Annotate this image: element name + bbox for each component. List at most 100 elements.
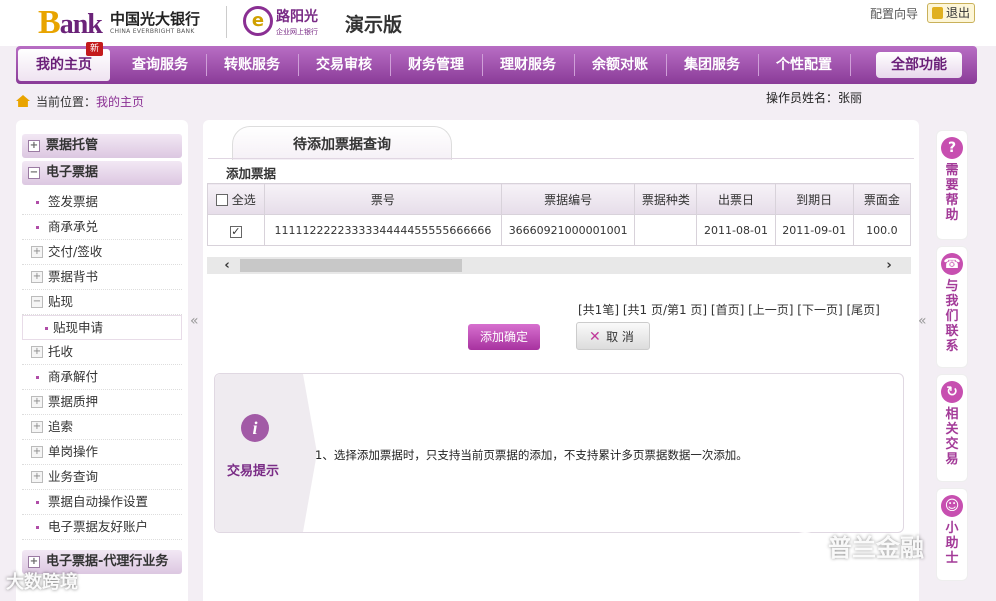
logout-icon — [932, 7, 943, 19]
horizontal-scrollbar[interactable]: ‹ › — [207, 257, 911, 274]
nav-wealth[interactable]: 理财服务 — [484, 46, 572, 84]
expand-icon: + — [28, 556, 40, 568]
sidebar-item-settle[interactable]: 商承解付 — [22, 365, 182, 390]
sidebar-item-label: 业务查询 — [48, 469, 99, 484]
e-logo-icon: e — [243, 6, 273, 36]
collapse-icon: − — [31, 296, 43, 308]
logout-button[interactable]: 退出 — [927, 3, 975, 23]
column-header: 全选 — [231, 192, 256, 207]
help-icon: ? — [941, 137, 963, 159]
help-button[interactable]: ? 需要帮助 — [936, 130, 968, 240]
sidebar-item-label: 追索 — [48, 419, 74, 434]
nav-personal[interactable]: 个性配置 — [760, 46, 848, 84]
breadcrumb-current[interactable]: 我的主页 — [96, 95, 144, 109]
nav-finance[interactable]: 财务管理 — [392, 46, 480, 84]
expand-icon: + — [31, 346, 43, 358]
sidebar-item-query[interactable]: + 业务查询 — [22, 465, 182, 490]
add-confirm-button[interactable]: 添加确定 — [468, 324, 540, 350]
sidebar-item-accept[interactable]: 商承承兑 — [22, 215, 182, 240]
sidebar-section-label: 票据托管 — [46, 138, 99, 153]
watermark-left: 大数跨境 — [6, 572, 78, 593]
expand-icon: + — [31, 421, 43, 433]
tip-sidebar — [215, 374, 303, 532]
nav-group[interactable]: 集团服务 — [668, 46, 756, 84]
nav-audit[interactable]: 交易审核 — [300, 46, 388, 84]
sidebar-item-single-role[interactable]: + 单岗操作 — [22, 440, 182, 465]
all-functions-button[interactable]: 全部功能 — [876, 52, 962, 78]
sidebar-item-recourse[interactable]: + 追索 — [22, 415, 182, 440]
sidebar-item-collection[interactable]: + 托收 — [22, 340, 182, 365]
expand-icon: + — [28, 140, 40, 152]
sidebar-section-label: 电子票据 — [46, 165, 99, 180]
scroll-right-icon[interactable]: › — [879, 257, 899, 274]
bill-type-cell — [634, 214, 698, 246]
collapse-right-panel-icon[interactable]: « — [918, 313, 927, 329]
sidebar-item-discount[interactable]: − 贴现 — [22, 290, 182, 315]
bill-number-cell: 1111122222333334444455555666666 — [263, 214, 503, 246]
sidebar-item-label: 贴现 — [48, 294, 74, 309]
nav-transfer[interactable]: 转账服务 — [208, 46, 296, 84]
sidebar-item-label: 票据背书 — [48, 269, 99, 284]
nav-balance[interactable]: 余额对账 — [576, 46, 664, 84]
bank-logo: Bank — [38, 4, 103, 41]
tip-label: 交易提示 — [227, 464, 280, 479]
row-select-cell[interactable]: ✓ — [207, 214, 265, 246]
sidebar-item-discount-apply[interactable]: 贴现申请 — [22, 315, 182, 340]
sidebar-item-label: 电子票据友好账户 — [48, 519, 149, 534]
config-wizard-link[interactable]: 配置向导 — [870, 5, 918, 22]
tip-box: i 交易提示 1、选择添加票据时，只支持当前页票据的添加，不支持累计多页票据数据… — [214, 373, 904, 533]
wechat-icon — [790, 532, 820, 554]
sidebar-item-issue[interactable]: 签发票据 — [22, 190, 182, 215]
sidebar-item-pledge[interactable]: + 票据质押 — [22, 390, 182, 415]
sidebar-item-friendly-accounts[interactable]: 电子票据友好账户 — [22, 515, 182, 540]
bills-table: 全选 票号 票据编号 票据种类 出票日 到期日 票面金 ✓ 1111122222… — [207, 183, 911, 246]
select-all-checkbox[interactable] — [215, 193, 228, 206]
row-checkbox[interactable]: ✓ — [229, 225, 242, 238]
tab-pending-bills[interactable]: 待添加票据查询 — [232, 126, 452, 160]
scroll-thumb[interactable] — [240, 259, 462, 272]
table-row[interactable]: ✓ 1111122222333334444455555666666 366609… — [207, 214, 911, 246]
bank-name-en: CHINA EVERBRIGHT BANK — [110, 28, 195, 35]
sidebar-item-auto-settings[interactable]: 票据自动操作设置 — [22, 490, 182, 515]
bills-table-viewport: 全选 票号 票据编号 票据种类 出票日 到期日 票面金 ✓ 1111122222… — [207, 183, 911, 247]
select-all-header[interactable]: 全选 — [207, 183, 265, 215]
sidebar-item-label: 签发票据 — [48, 194, 99, 209]
sidebar-item-label: 交付/签收 — [48, 244, 103, 259]
refresh-icon: ↻ — [941, 381, 963, 403]
sidebar-item-label: 商承承兑 — [48, 219, 99, 234]
related-trades-button[interactable]: ↻ 相关交易 — [936, 374, 968, 482]
sidebar-item-label: 托收 — [48, 344, 74, 359]
logout-label: 退出 — [946, 6, 971, 20]
bill-code-cell: 36660921000001001 — [501, 214, 636, 246]
watermark-right: 普兰金融 — [790, 528, 924, 563]
demo-label: 演示版 — [345, 14, 403, 36]
main-nav: 我的主页 查询服务 转账服务 交易审核 财务管理 理财服务 余额对账 集团服务 … — [16, 46, 977, 84]
pager[interactable]: [共1笔] [共1 页/第1 页] [首页] [上一页] [下一页] [尾页] — [578, 301, 880, 318]
sidebar-item-label: 票据自动操作设置 — [48, 494, 149, 509]
amount-cell: 100.0 — [852, 214, 911, 246]
section-title: 添加票据 — [226, 166, 277, 181]
column-header: 到期日 — [774, 183, 854, 215]
column-header: 票据种类 — [634, 183, 698, 215]
sidebar-item-label: 票据质押 — [48, 394, 99, 409]
sidebar-section-ebills[interactable]: − 电子票据 — [22, 161, 182, 185]
assistant-button[interactable]: ☺ 小助士 — [936, 488, 968, 581]
column-header: 票据编号 — [501, 183, 636, 215]
collapse-sidebar-icon[interactable]: « — [190, 313, 199, 329]
logo-divider — [226, 6, 227, 38]
contact-button[interactable]: ☎ 与我们联系 — [936, 246, 968, 368]
operator-name: 操作员姓名：张丽 — [766, 91, 863, 105]
sidebar-item-deliver[interactable]: + 交付/签收 — [22, 240, 182, 265]
sidebar-section-custody[interactable]: + 票据托管 — [22, 134, 182, 158]
issue-date-cell: 2011-08-01 — [696, 214, 776, 246]
sidebar-item-label: 贴现申请 — [53, 320, 104, 335]
expand-icon: + — [31, 446, 43, 458]
sidebar-item-label: 商承解付 — [48, 369, 99, 384]
expand-icon: + — [31, 396, 43, 408]
assistant-label: 小助士 — [945, 521, 959, 566]
scroll-left-icon[interactable]: ‹ — [217, 257, 237, 274]
cancel-button[interactable]: ✕ 取 消 — [576, 322, 650, 350]
sidebar-item-endorse[interactable]: + 票据背书 — [22, 265, 182, 290]
nav-query[interactable]: 查询服务 — [116, 46, 204, 84]
sidebar-item-label: 单岗操作 — [48, 444, 99, 459]
